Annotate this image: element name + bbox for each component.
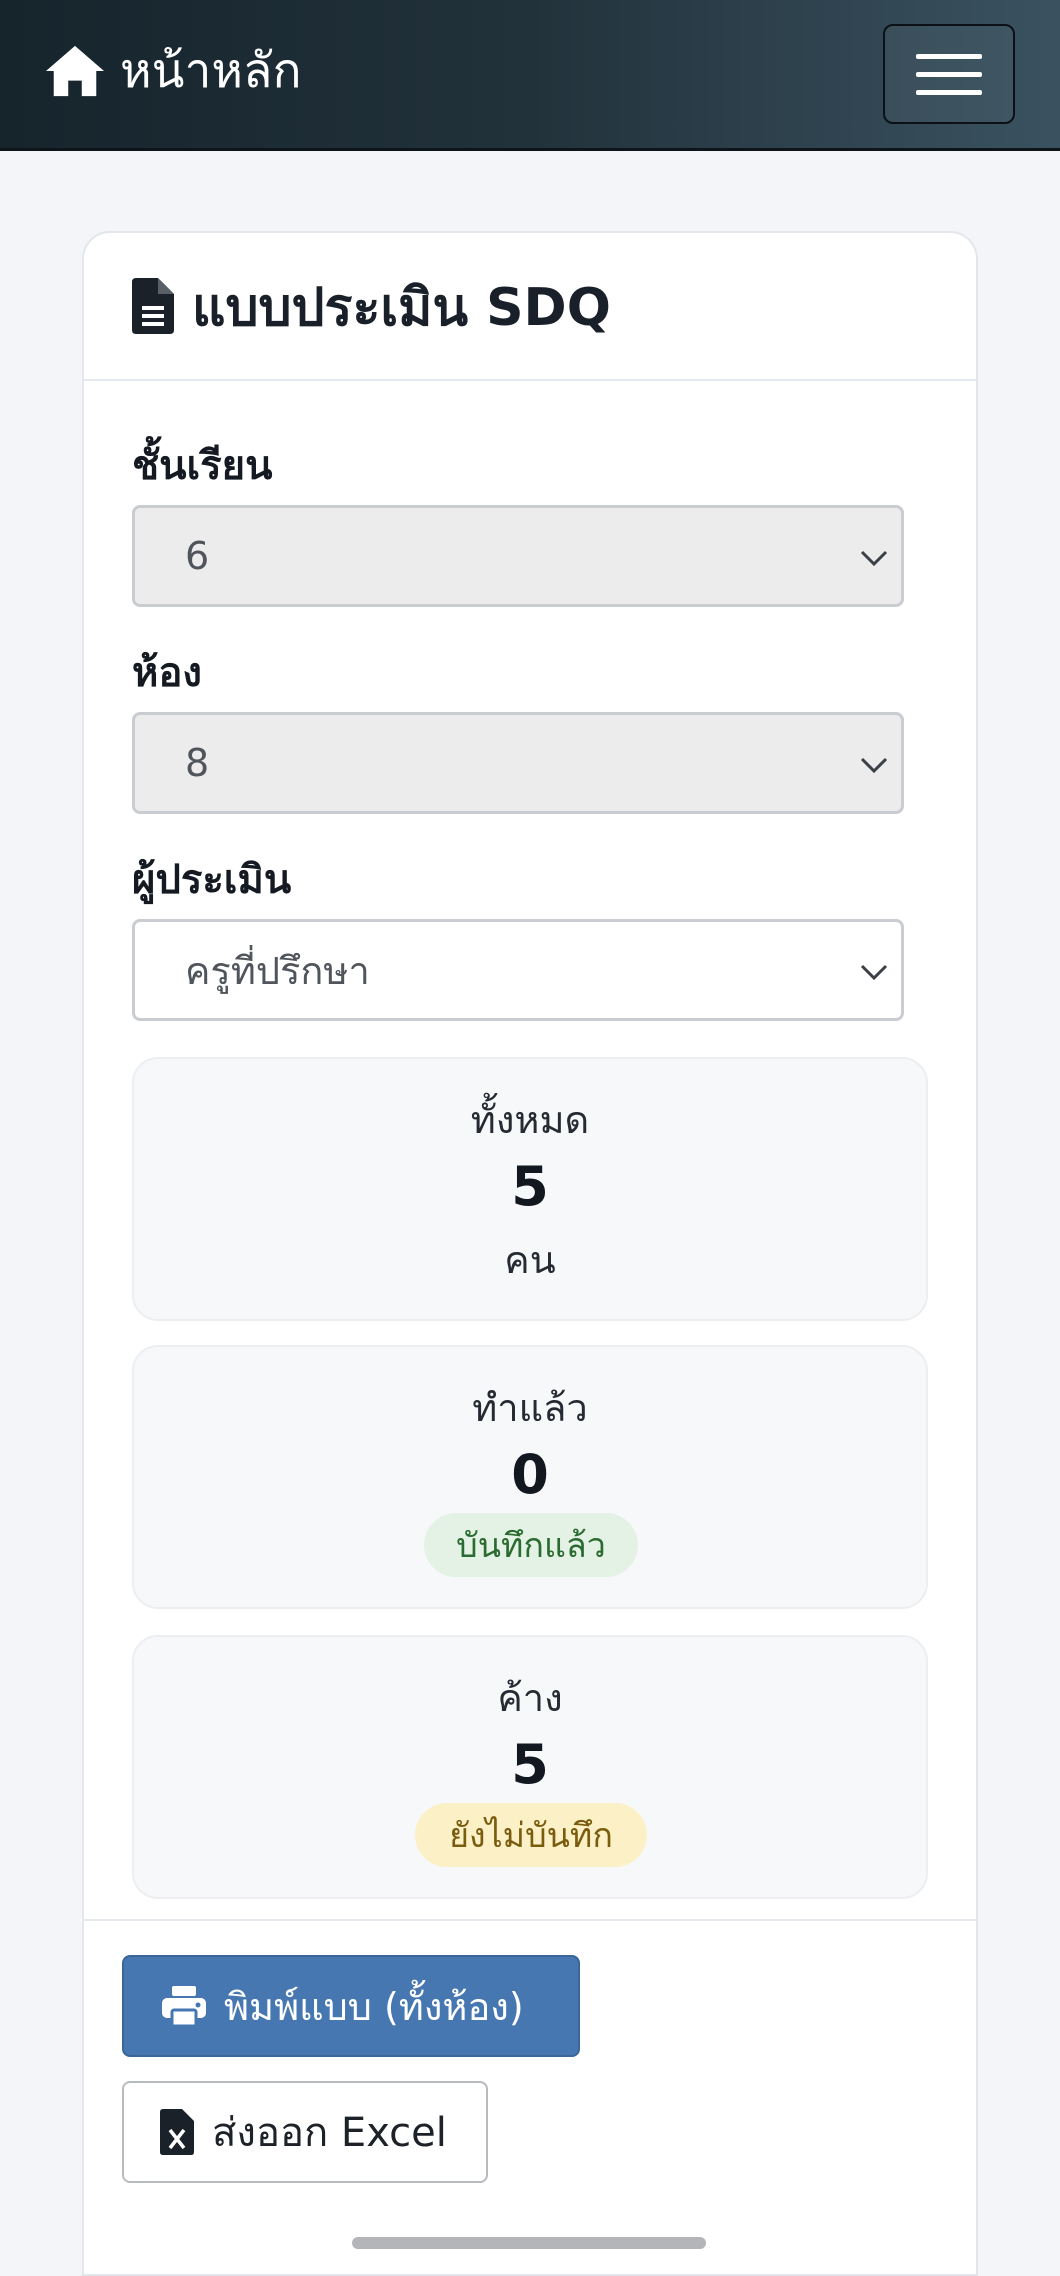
evaluator-select[interactable]: ครูที่ปรึกษา [132,919,904,1021]
card-header: แบบประเมิน SDQ [84,233,976,381]
hamburger-icon [916,53,982,59]
grade-select-value: 6 [185,534,210,578]
stat-done-label: ทำแล้ว [472,1386,588,1430]
room-label: ห้อง [132,650,202,696]
stat-done: ทำแล้ว 0 บันทึกแล้ว [132,1345,928,1609]
top-navbar: หน้าหลัก [0,0,1060,151]
menu-toggle-button[interactable] [883,24,1015,124]
status-badge-unsaved: ยังไม่บันทึก [415,1803,647,1867]
home-icon [46,45,104,97]
chevron-down-icon [860,550,888,567]
stat-total: ทั้งหมด 5 คน [132,1057,928,1321]
export-excel-button-label: ส่งออก Excel [212,2110,447,2156]
grade-label: ชั้นเรียน [132,443,273,489]
page-title: แบบประเมิน SDQ [192,277,611,338]
stat-total-label: ทั้งหมด [470,1098,590,1142]
stat-pending-label: ค้าง [497,1676,563,1720]
stat-total-unit: คน [504,1238,556,1282]
status-badge-saved: บันทึกแล้ว [424,1513,638,1577]
evaluator-label: ผู้ประเมิน [132,857,292,903]
export-excel-button[interactable]: ส่งออก Excel [122,2081,488,2183]
stat-pending-value: 5 [511,1733,549,1796]
printer-icon [162,1986,206,2028]
room-select[interactable]: 8 [132,712,904,814]
print-class-button-label: พิมพ์แบบ (ทั้งห้อง) [224,1984,524,2029]
room-select-value: 8 [185,741,210,785]
sdq-card: แบบประเมิน SDQ ชั้นเรียน 6 ห้อง 8 ผู้ประ… [82,231,978,2276]
chevron-down-icon [860,964,888,981]
home-link-label: หน้าหลัก [120,43,302,99]
chevron-down-icon [860,757,888,774]
stat-done-value: 0 [511,1443,549,1506]
stat-total-value: 5 [511,1155,549,1218]
stat-pending: ค้าง 5 ยังไม่บันทึก [132,1635,928,1899]
home-indicator[interactable] [352,2237,706,2249]
excel-file-icon [160,2109,194,2155]
home-link[interactable]: หน้าหลัก [44,38,302,104]
document-icon [132,278,174,334]
grade-select[interactable]: 6 [132,505,904,607]
card-footer-divider [84,1919,976,1921]
evaluator-select-value: ครูที่ปรึกษา [185,948,370,993]
print-class-button[interactable]: พิมพ์แบบ (ทั้งห้อง) [122,1955,580,2057]
